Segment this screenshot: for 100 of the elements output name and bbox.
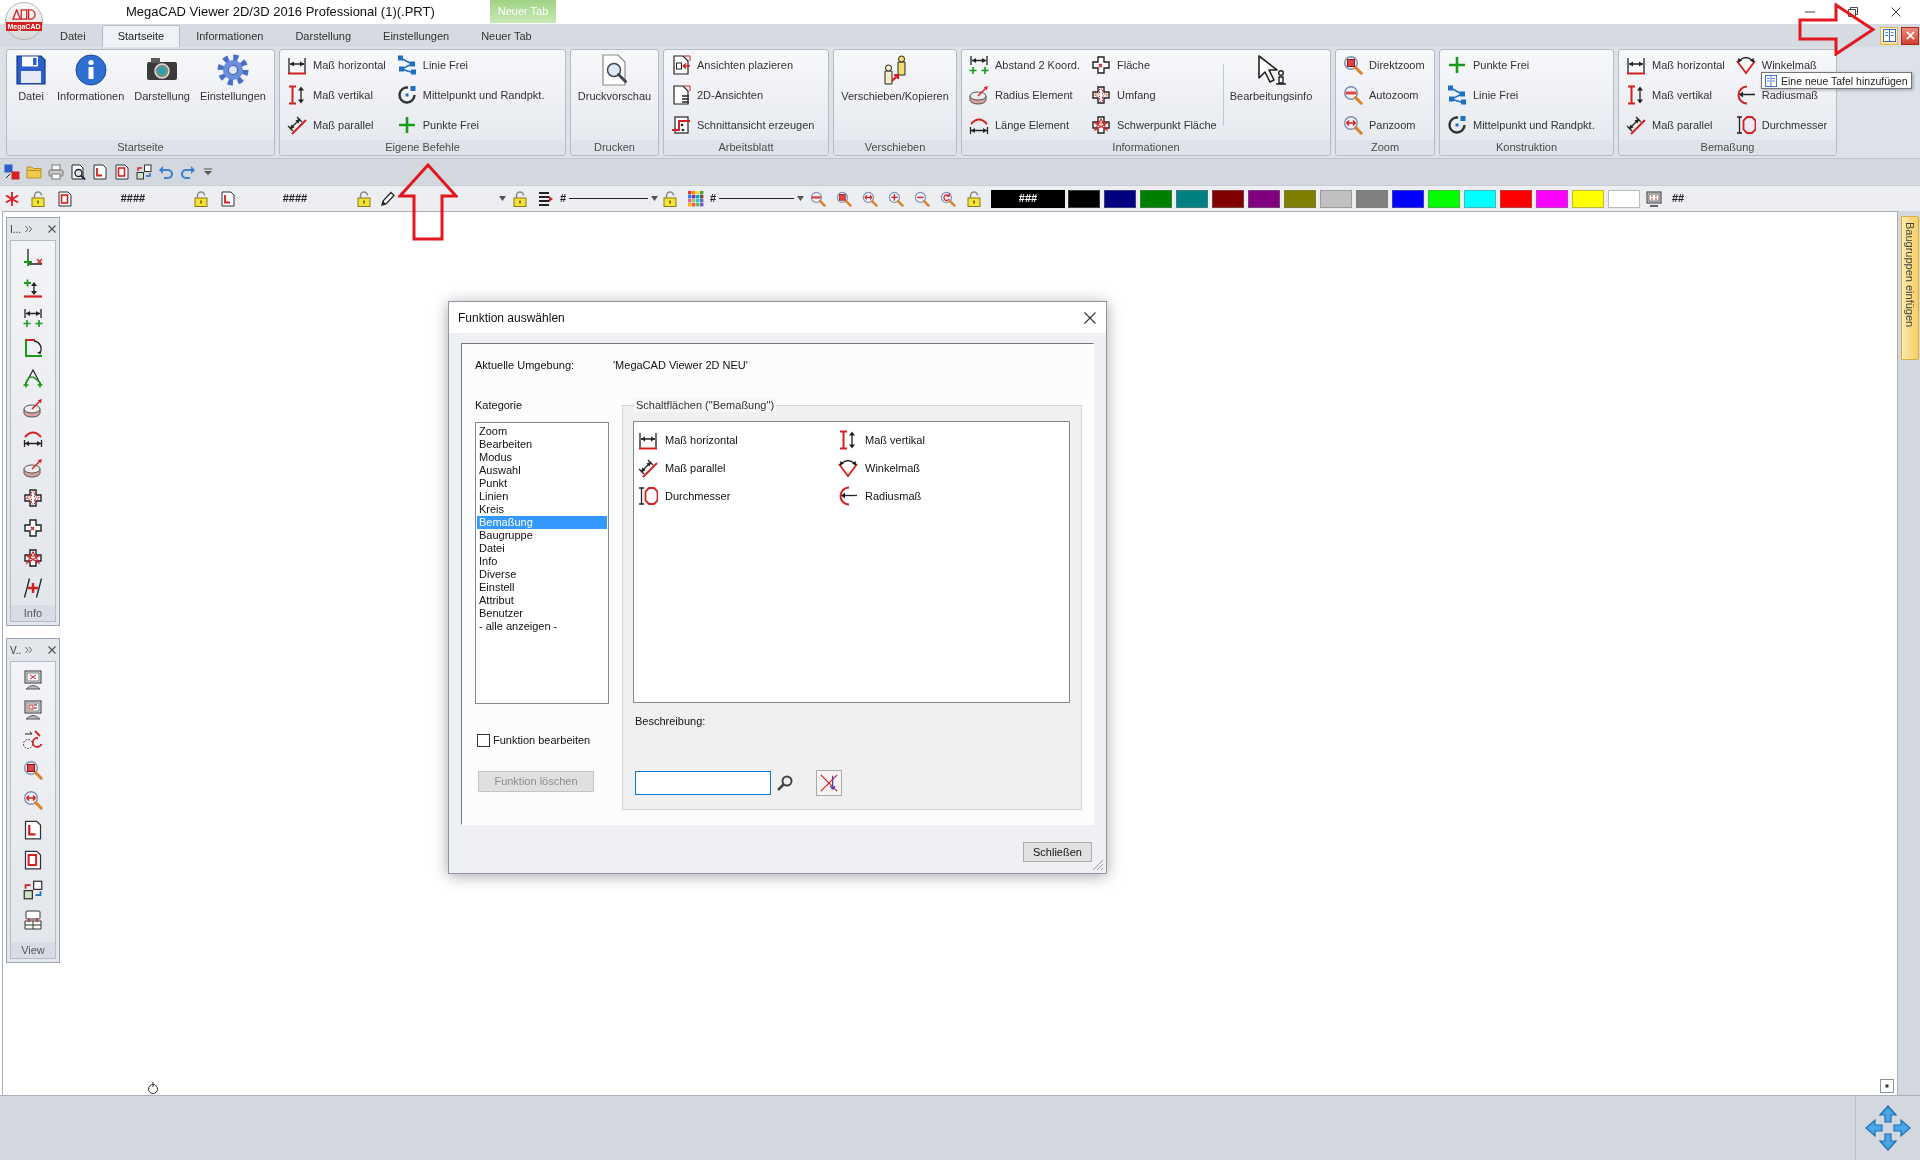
ribbon-button[interactable]: Fläche	[1089, 50, 1219, 80]
color-swatch-icon[interactable]	[1104, 189, 1136, 208]
two-squares-icon[interactable]	[4, 164, 20, 180]
ribbon-button[interactable]: Abstand 2 Koord.	[967, 50, 1082, 80]
color-swatch-icon[interactable]	[1212, 189, 1244, 208]
ribbon-button[interactable]: Maß parallel	[1624, 110, 1727, 140]
ribbon-large-button[interactable]: Datei	[13, 50, 49, 140]
padlock-icon[interactable]	[356, 190, 372, 207]
color-swatch-icon[interactable]	[1320, 189, 1352, 208]
ribbon-button[interactable]: Maß parallel	[285, 110, 388, 140]
ribbon-tab[interactable]: Darstellung	[279, 25, 368, 47]
color-swatch-icon[interactable]	[1140, 189, 1172, 208]
ribbon-button[interactable]: Ansichten plazieren	[669, 50, 817, 80]
side-tab[interactable]: Baugruppen einfügen	[1901, 216, 1919, 360]
sheet-frame-icon[interactable]	[114, 164, 130, 180]
color-swatch-icon[interactable]	[1284, 189, 1316, 208]
ribbon-button[interactable]: Punkte Frei	[1445, 50, 1597, 80]
double-chevron-icon[interactable]	[25, 225, 33, 233]
color-swatch-icon[interactable]	[1068, 189, 1100, 208]
angle-icon[interactable]	[23, 338, 43, 358]
close-document-button[interactable]	[1901, 26, 1919, 45]
ribbon-button[interactable]: Schwerpunkt Fläche	[1089, 110, 1219, 140]
ribbon-large-button[interactable]: Einstellungen	[197, 50, 268, 140]
asterisk-icon[interactable]	[4, 190, 20, 207]
ribbon-tab[interactable]: Neuer Tab	[465, 25, 548, 47]
padlock-icon[interactable]	[30, 190, 46, 207]
color-swatch-icon[interactable]	[1500, 189, 1532, 208]
zoom-pan-icon[interactable]	[23, 790, 43, 810]
restore-icon[interactable]	[1848, 7, 1858, 17]
undo-icon[interactable]	[158, 164, 174, 180]
sheet-icon[interactable]	[92, 164, 108, 180]
disc-icon[interactable]	[23, 398, 43, 418]
disc-icon[interactable]	[23, 458, 43, 478]
function-item[interactable]: Winkelmaß	[838, 454, 1038, 482]
function-item[interactable]: Maß horizontal	[638, 426, 838, 454]
zoom-all-icon[interactable]	[810, 190, 826, 207]
padlock-icon[interactable]	[662, 190, 678, 207]
color-swatch-icon[interactable]	[1608, 189, 1640, 208]
move-arrows-icon[interactable]	[1865, 1105, 1911, 1151]
list-item[interactable]: Bearbeiten	[477, 438, 607, 451]
color-swatch-icon[interactable]	[1248, 189, 1280, 208]
printer-icon[interactable]	[48, 164, 64, 180]
color-swatch-icon[interactable]	[1356, 189, 1388, 208]
function-item[interactable]: Durchmesser	[638, 482, 838, 510]
ribbon-button[interactable]: Panzoom	[1341, 110, 1427, 140]
ribbon-button[interactable]: Umfang	[1089, 80, 1219, 110]
line-style-dropdown[interactable]: #	[706, 189, 806, 208]
ribbon-tab[interactable]: Datei	[44, 25, 102, 47]
list-item[interactable]: Zoom	[477, 425, 607, 438]
toolbar-field[interactable]: ####	[83, 190, 183, 207]
resize-grip-icon[interactable]	[1092, 859, 1104, 871]
ribbon-button[interactable]: Mittelpunkt und Randpkt.	[1445, 110, 1597, 140]
padlock-icon[interactable]	[512, 190, 528, 207]
ribbon-button[interactable]: Direktzoom	[1341, 50, 1427, 80]
sheet-frame-icon[interactable]	[23, 850, 43, 870]
layers-icon[interactable]	[538, 190, 554, 207]
list-item[interactable]: Baugruppe	[477, 529, 607, 542]
padlock-icon[interactable]	[193, 190, 209, 207]
color-swatch-icon[interactable]	[1428, 189, 1460, 208]
double-chevron-icon[interactable]	[25, 646, 33, 654]
close-icon[interactable]	[48, 225, 56, 233]
close-icon[interactable]	[1891, 7, 1901, 17]
ribbon-button[interactable]: Maß horizontal	[285, 50, 388, 80]
color-swatch-icon[interactable]	[1572, 189, 1604, 208]
padlock-icon[interactable]	[966, 190, 982, 207]
ribbon-button[interactable]: Maß vertikal	[285, 80, 388, 110]
ribbon-large-button[interactable]: Verschieben/Kopieren	[839, 50, 951, 140]
arc-icon[interactable]	[23, 368, 43, 388]
function-item[interactable]: Maß vertikal	[838, 426, 1038, 454]
ribbon-tab[interactable]: Informationen	[180, 25, 280, 47]
caret-icon[interactable]	[499, 196, 506, 201]
zoom-in-icon[interactable]	[888, 190, 904, 207]
rotate-icon[interactable]	[23, 730, 43, 750]
color-swatch-icon[interactable]	[1392, 189, 1424, 208]
zoom-out-icon[interactable]	[914, 190, 930, 207]
close-dialog-button[interactable]: Schließen	[1023, 842, 1092, 862]
ribbon-button[interactable]: Durchmesser	[1733, 110, 1830, 140]
ribbon-button[interactable]: Länge Element	[967, 110, 1082, 140]
ribbon-button[interactable]: Maß horizontal	[1624, 50, 1727, 80]
zoom-window-icon[interactable]	[23, 760, 43, 780]
color-grid-icon[interactable]	[688, 190, 704, 207]
centroid-shape-icon[interactable]	[23, 548, 43, 568]
clear-filter-button[interactable]	[816, 770, 842, 796]
line-style-dropdown[interactable]: #	[556, 189, 660, 208]
sheet-icon[interactable]	[220, 190, 236, 207]
list-item[interactable]: Auswahl	[477, 464, 607, 477]
list-item[interactable]: Kreis	[477, 503, 607, 516]
ribbon-button[interactable]: Mittelpunkt und Randpkt.	[394, 80, 547, 110]
zoom-window-icon[interactable]	[836, 190, 852, 207]
checkbox[interactable]	[477, 733, 490, 747]
color-swatch-icon[interactable]	[1176, 189, 1208, 208]
ribbon-button[interactable]: Radius Element	[967, 80, 1082, 110]
zoom-previous-icon[interactable]	[940, 190, 956, 207]
perimeter-shape-icon[interactable]	[23, 488, 43, 508]
caret-icon[interactable]	[204, 168, 212, 176]
close-icon[interactable]	[48, 646, 56, 654]
ribbon-large-button[interactable]: Darstellung	[132, 50, 192, 140]
distance-icon[interactable]	[23, 308, 43, 328]
list-item[interactable]: Modus	[477, 451, 607, 464]
ribbon-large-button[interactable]: Bearbeitungsinfo	[1227, 50, 1315, 140]
